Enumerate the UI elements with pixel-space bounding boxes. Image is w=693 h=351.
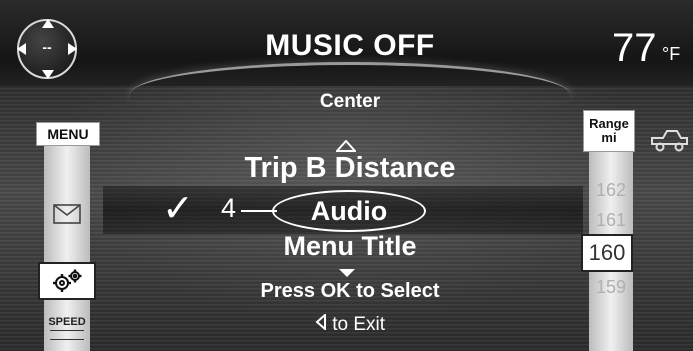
compass-south-marker [42,70,54,79]
instrument-cluster-screen: -- MUSIC OFF 77 °F SPEED MENU 162 161 15… [0,0,693,351]
outside-temperature: 77 [612,26,657,70]
scroll-down-icon[interactable] [338,268,356,278]
range-value-162: 162 [595,180,627,200]
menu-category-label: Center [319,91,381,112]
range-selected-value: 160 [581,234,633,272]
exit-text: to Exit [332,314,386,335]
speed-label[interactable]: SPEED [44,316,90,328]
range-value-159: 159 [595,277,627,297]
range-unit: mi [601,130,617,145]
compass-icon: -- [17,19,77,79]
back-arrow-icon [315,312,327,336]
speed-icon [50,330,84,340]
range-label: Range [589,116,629,131]
menu-button[interactable]: MENU [36,122,100,146]
checkmark-icon: ✓ [162,188,194,230]
range-button[interactable]: Range mi [583,110,635,152]
left-menu-column: SPEED MENU [36,122,100,351]
menu-item-next[interactable]: Menu Title [200,231,500,262]
range-column: 162 161 159 Range mi 160 [581,110,653,351]
page-title: MUSIC OFF [265,29,435,62]
instruction-text: Press OK to Select [260,280,440,302]
menu-item-previous[interactable]: Trip B Distance [200,152,500,185]
exit-hint[interactable]: to Exit [280,312,420,336]
compass-north-marker [42,19,54,28]
temperature-unit: °F [662,44,681,64]
compass-heading: -- [42,39,52,55]
mail-icon[interactable] [44,196,90,232]
truck-icon [649,126,689,159]
menu-item-selected[interactable]: Audio [272,190,426,232]
selected-item-number: 4 [221,193,237,223]
settings-gear-icon[interactable] [38,262,96,300]
scroll-up-icon[interactable] [336,140,356,152]
left-menu-rail: SPEED [38,144,96,351]
range-value-161: 161 [595,210,627,230]
